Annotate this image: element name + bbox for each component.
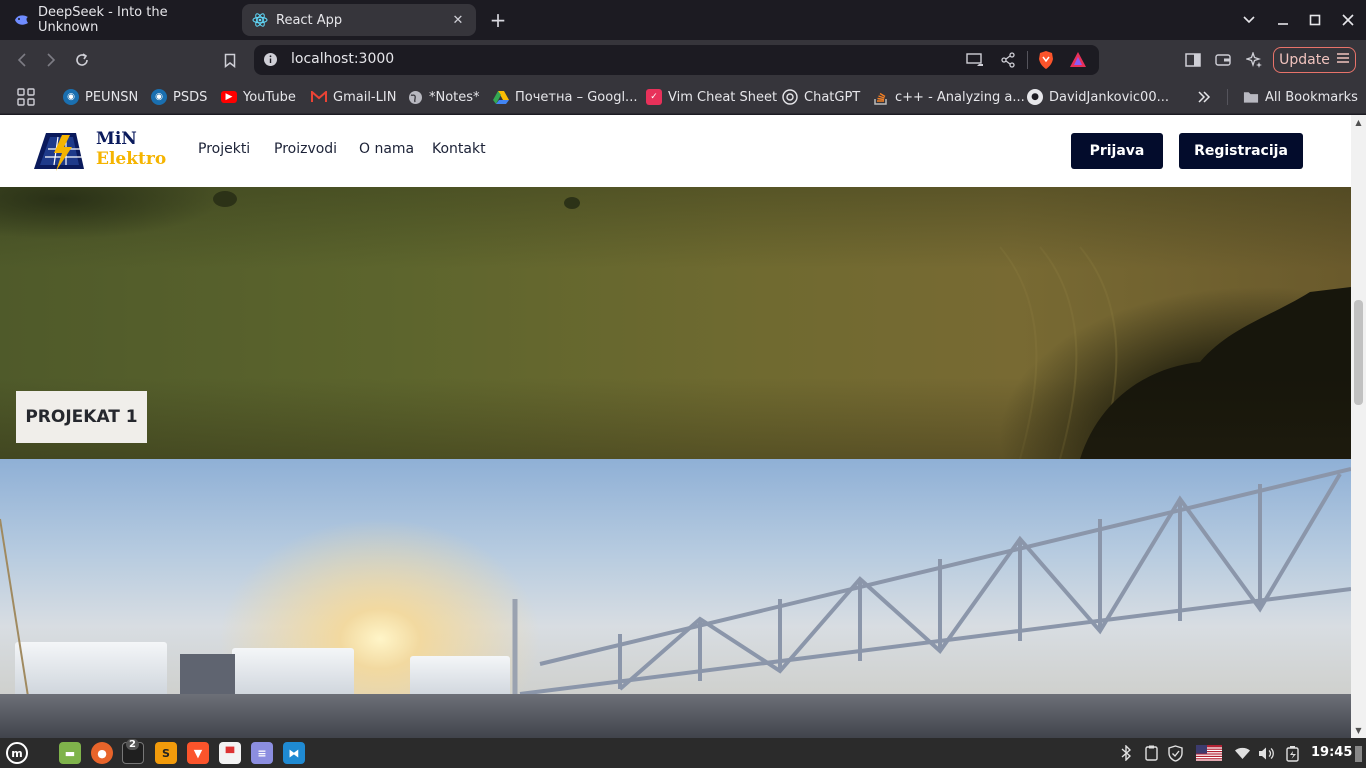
files-folder-icon[interactable]: ▬ xyxy=(59,742,81,764)
min-elektro-logo[interactable]: MiN Elektro xyxy=(32,129,182,173)
site-navbar: MiN Elektro Projekti Proizvodi O nama Ko… xyxy=(0,115,1351,187)
github-icon: ● xyxy=(1027,89,1043,105)
gmail-icon xyxy=(311,89,327,105)
brave-rewards-icon[interactable] xyxy=(1069,51,1087,72)
apps-grid-icon[interactable] xyxy=(17,87,35,107)
calendar-icon[interactable]: ▀ xyxy=(219,742,241,764)
vim-icon: ✓ xyxy=(646,89,662,105)
globe-icon xyxy=(407,89,423,105)
nav-link-projekti[interactable]: Projekti xyxy=(198,141,250,157)
back-icon[interactable] xyxy=(11,49,33,71)
logo-text-elektro: Elektro xyxy=(96,149,167,169)
bluetooth-icon[interactable] xyxy=(1119,744,1133,762)
bookmark-notes[interactable]: *Notes* xyxy=(407,87,480,107)
react-atom-icon xyxy=(252,12,268,28)
youtube-icon: ▶ xyxy=(221,91,237,103)
google-drive-icon xyxy=(493,89,509,105)
globe-site-icon: ◉ xyxy=(63,89,79,105)
project-1-label[interactable]: PROJEKAT 1 xyxy=(16,391,147,443)
bookmark-github[interactable]: ● DavidJankovic00... xyxy=(1027,87,1169,107)
show-desktop-button[interactable] xyxy=(1355,746,1362,762)
login-button[interactable]: Prijava xyxy=(1071,133,1163,169)
globe-site-icon: ◉ xyxy=(151,89,167,105)
terminal-icon[interactable]: 2 xyxy=(122,739,144,764)
tab-title: DeepSeek - Into the Unknown xyxy=(38,5,168,35)
scroll-up-arrow-icon[interactable]: ▲ xyxy=(1354,118,1363,127)
bookmark-page-icon[interactable] xyxy=(219,49,241,71)
brave-shields-icon[interactable] xyxy=(1037,50,1055,74)
forward-icon[interactable] xyxy=(40,49,62,71)
menu-hamburger-icon xyxy=(1336,52,1350,68)
update-label: Update xyxy=(1279,52,1330,68)
cast-icon[interactable] xyxy=(966,52,984,71)
scrollbar-thumb[interactable] xyxy=(1354,300,1363,405)
workspace-badge: 2 xyxy=(126,739,139,750)
solar-panel-logo-icon xyxy=(34,133,84,171)
brave-browser-icon[interactable]: ▼ xyxy=(187,742,209,764)
close-window-icon[interactable] xyxy=(1337,10,1359,30)
nav-link-o-nama[interactable]: O nama xyxy=(359,141,414,157)
nav-link-proizvodi[interactable]: Proizvodi xyxy=(274,141,337,157)
field-furrows-illustration xyxy=(213,191,1351,459)
wifi-icon[interactable] xyxy=(1233,744,1251,762)
bookmark-youtube[interactable]: ▶ YouTube xyxy=(221,87,296,107)
nav-link-kontakt[interactable]: Kontakt xyxy=(432,141,486,157)
bookmarks-divider xyxy=(1227,89,1228,105)
system-clock[interactable]: 19:45 xyxy=(1311,745,1352,760)
new-tab-button[interactable]: + xyxy=(486,8,510,32)
bookmark-chatgpt[interactable]: ChatGPT xyxy=(782,87,860,107)
project-1-hero-image[interactable] xyxy=(0,187,1351,459)
text-editor-icon[interactable]: ≡ xyxy=(251,742,273,764)
battery-icon[interactable] xyxy=(1284,744,1302,762)
bookmark-gmail[interactable]: Gmail-LIN xyxy=(311,87,396,107)
address-bar[interactable]: localhost:3000 xyxy=(254,45,1099,75)
us-flag-keyboard-layout-icon[interactable] xyxy=(1195,744,1222,762)
folder-icon xyxy=(1243,89,1259,105)
page-scrollbar[interactable]: ▲ ▼ xyxy=(1351,115,1366,738)
clipboard-icon[interactable] xyxy=(1143,744,1159,762)
volume-icon[interactable] xyxy=(1257,744,1275,762)
address-divider xyxy=(1027,51,1028,69)
bookmark-stackoverflow[interactable]: c++ - Analyzing a... xyxy=(873,87,1025,107)
shield-update-icon[interactable] xyxy=(1166,744,1184,762)
bookmark-psds[interactable]: ◉ PSDS xyxy=(151,87,207,107)
browser-tab-strip: DeepSeek - Into the Unknown React App ✕ … xyxy=(0,0,1366,40)
minimize-window-icon[interactable] xyxy=(1272,10,1294,30)
tab-title: React App xyxy=(276,12,343,28)
update-browser-button[interactable]: Update xyxy=(1273,47,1356,73)
chatgpt-icon xyxy=(782,89,798,105)
scroll-down-arrow-icon[interactable]: ▼ xyxy=(1354,726,1363,735)
sidebar-toggle-icon[interactable] xyxy=(1182,49,1204,71)
bookmarks-overflow-icon[interactable] xyxy=(1197,87,1211,107)
bookmark-peunsn[interactable]: ◉ PEUNSN xyxy=(63,87,138,107)
stackoverflow-icon xyxy=(873,89,889,105)
wallet-icon[interactable] xyxy=(1212,49,1234,71)
bookmarks-bar: ◉ PEUNSN ◉ PSDS ▶ YouTube Gmail-LIN *Not… xyxy=(0,80,1366,114)
deepseek-whale-icon xyxy=(14,12,30,28)
url-text: localhost:3000 xyxy=(291,51,395,67)
bookmark-vim[interactable]: ✓ Vim Cheat Sheet xyxy=(646,87,777,107)
tab-deepseek[interactable]: DeepSeek - Into the Unknown xyxy=(4,4,236,36)
browser-toolbar: localhost:3000 Update xyxy=(0,40,1366,80)
reload-icon[interactable] xyxy=(71,49,93,71)
vscode-icon[interactable]: ⧓ xyxy=(283,742,305,764)
mint-menu-icon[interactable]: m xyxy=(6,742,28,764)
os-taskbar: m ▬ ● 2 S ▼ ▀ ≡ ⧓ 19:45 xyxy=(0,738,1366,768)
tab-search-chevron-icon[interactable] xyxy=(1238,10,1260,30)
close-tab-icon[interactable]: ✕ xyxy=(448,10,468,30)
all-bookmarks-folder[interactable]: All Bookmarks xyxy=(1243,87,1358,107)
firefox-icon[interactable]: ● xyxy=(91,742,113,764)
bookmark-google-drive[interactable]: Почетна – Googl... xyxy=(493,87,637,107)
tab-react-app[interactable]: React App ✕ xyxy=(242,4,476,36)
maximize-window-icon[interactable] xyxy=(1304,10,1326,30)
register-button[interactable]: Registracija xyxy=(1179,133,1303,169)
site-info-icon[interactable] xyxy=(263,52,278,71)
page-viewport: MiN Elektro Projekti Proizvodi O nama Ko… xyxy=(0,115,1351,738)
share-icon[interactable] xyxy=(1000,52,1016,72)
sublime-text-icon[interactable]: S xyxy=(155,742,177,764)
leo-ai-icon[interactable] xyxy=(1243,49,1265,71)
industrial-ground xyxy=(0,694,1351,738)
logo-text-min: MiN xyxy=(96,129,137,149)
project-2-hero-image[interactable] xyxy=(0,459,1351,738)
